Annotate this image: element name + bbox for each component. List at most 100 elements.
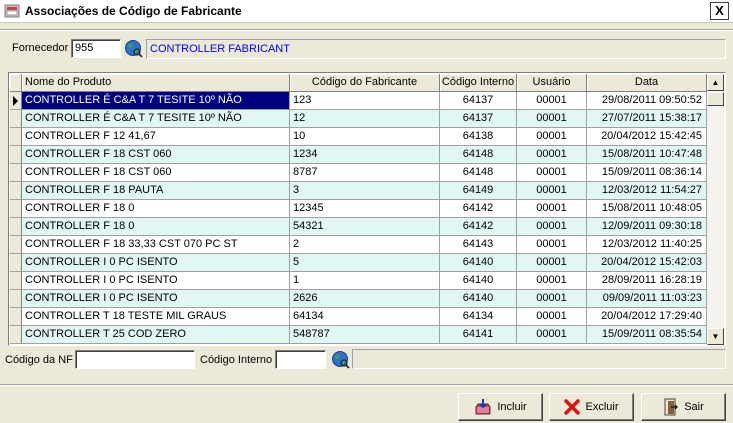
cell-manufacturer-code[interactable]: 10 [290, 128, 440, 146]
cell-product[interactable]: CONTROLLER É C&A T 7 TESITE 10º NÃO [22, 110, 290, 128]
scroll-up-icon[interactable]: ▲ [707, 74, 724, 91]
cell-user[interactable]: 00001 [517, 110, 587, 128]
row-indicator[interactable] [10, 290, 22, 308]
column-header-manufacturer-code[interactable]: Código do Fabricante [290, 74, 440, 92]
supplier-search-globe-icon[interactable] [124, 39, 143, 58]
row-indicator[interactable] [10, 146, 22, 164]
cell-product[interactable]: CONTROLLER F 18 33,33 CST 070 PC ST [22, 236, 290, 254]
cell-user[interactable]: 00001 [517, 272, 587, 290]
cell-product[interactable]: CONTROLLER I 0 PC ISENTO [22, 290, 290, 308]
table-row[interactable]: CONTROLLER É C&A T 7 TESITE 10º NÃO 12 641… [10, 110, 707, 128]
cell-internal-code[interactable]: 64142 [440, 200, 517, 218]
cell-user[interactable]: 00001 [517, 326, 587, 344]
row-indicator[interactable] [10, 326, 22, 344]
cell-date[interactable]: 12/03/2012 11:40:25 [587, 236, 707, 254]
row-indicator[interactable] [10, 128, 22, 146]
row-indicator[interactable] [10, 182, 22, 200]
cell-product[interactable]: CONTROLLER T 25 COD ZERO [22, 326, 290, 344]
row-indicator[interactable] [10, 164, 22, 182]
products-grid[interactable]: Nome do Produto Código do Fabricante Cód… [8, 72, 726, 346]
column-header-internal-code[interactable]: Código Interno [440, 74, 517, 92]
cell-product[interactable]: CONTROLLER I 0 PC ISENTO [22, 254, 290, 272]
cell-manufacturer-code[interactable]: 1 [290, 272, 440, 290]
cell-date[interactable]: 27/07/2011 15:38:17 [587, 110, 707, 128]
exit-button[interactable]: Sair [641, 393, 726, 421]
cell-internal-code[interactable]: 64140 [440, 290, 517, 308]
cell-date[interactable]: 12/03/2012 11:54:27 [587, 182, 707, 200]
cell-manufacturer-code[interactable]: 1234 [290, 146, 440, 164]
cell-product[interactable]: CONTROLLER F 12 41,67 [22, 128, 290, 146]
include-button[interactable]: Incluir [458, 393, 543, 421]
cell-date[interactable]: 20/04/2012 15:42:45 [587, 128, 707, 146]
table-row[interactable]: CONTROLLER F 12 41,67 10 64138 00001 20/04/2… [10, 128, 707, 146]
cell-user[interactable]: 00001 [517, 290, 587, 308]
cell-manufacturer-code[interactable]: 2626 [290, 290, 440, 308]
row-indicator[interactable] [10, 308, 22, 326]
cell-user[interactable]: 00001 [517, 92, 587, 110]
cell-internal-code[interactable]: 64142 [440, 218, 517, 236]
table-row[interactable]: CONTROLLER F 18 0 54321 64142 00001 12/09/20… [10, 218, 707, 236]
internal-code-search-globe-icon[interactable] [331, 350, 350, 369]
cell-manufacturer-code[interactable]: 54321 [290, 218, 440, 236]
row-indicator[interactable] [10, 254, 22, 272]
cell-internal-code[interactable]: 64149 [440, 182, 517, 200]
cell-internal-code[interactable]: 64143 [440, 236, 517, 254]
row-indicator[interactable] [10, 92, 22, 110]
cell-product[interactable]: CONTROLLER F 18 0 [22, 200, 290, 218]
cell-product[interactable]: CONTROLLER F 18 PAUTA [22, 182, 290, 200]
cell-manufacturer-code[interactable]: 5 [290, 254, 440, 272]
cell-manufacturer-code[interactable]: 12345 [290, 200, 440, 218]
cell-manufacturer-code[interactable]: 12 [290, 110, 440, 128]
column-header-date[interactable]: Data [587, 74, 707, 92]
cell-date[interactable]: 15/09/2011 08:35:54 [587, 326, 707, 344]
cell-internal-code[interactable]: 64137 [440, 92, 517, 110]
table-row[interactable]: CONTROLLER F 18 33,33 CST 070 PC ST 2 6414… [10, 236, 707, 254]
table-row[interactable]: CONTROLLER F 18 0 12345 64142 00001 15/08/20… [10, 200, 707, 218]
cell-user[interactable]: 00001 [517, 200, 587, 218]
table-row[interactable]: CONTROLLER F 18 CST 060 8787 64148 00001 15/… [10, 164, 707, 182]
row-indicator[interactable] [10, 272, 22, 290]
cell-product[interactable]: CONTROLLER É C&A T 7 TESITE 10º NÃO [22, 92, 290, 110]
close-icon[interactable]: X [710, 2, 729, 20]
table-row[interactable]: CONTROLLER I 0 PC ISENTO 2626 64140 00001 09… [10, 290, 707, 308]
row-indicator[interactable] [10, 110, 22, 128]
table-row[interactable]: CONTROLLER T 18 TESTE MIL GRAUS 64134 6413… [10, 308, 707, 326]
row-indicator[interactable] [10, 218, 22, 236]
cell-user[interactable]: 00001 [517, 308, 587, 326]
internal-code-field[interactable] [275, 350, 326, 369]
cell-product[interactable]: CONTROLLER T 18 TESTE MIL GRAUS [22, 308, 290, 326]
cell-date[interactable]: 15/08/2011 10:48:05 [587, 200, 707, 218]
table-row[interactable]: CONTROLLER É C&A T 7 TESITE 10º NÃO 123 64… [10, 92, 707, 110]
supplier-code-field[interactable]: 955 [71, 39, 121, 58]
cell-user[interactable]: 00001 [517, 236, 587, 254]
column-header-product[interactable]: Nome do Produto [22, 74, 290, 92]
cell-date[interactable]: 28/09/2011 16:28:19 [587, 272, 707, 290]
cell-manufacturer-code[interactable]: 64134 [290, 308, 440, 326]
cell-date[interactable]: 09/09/2011 11:03:23 [587, 290, 707, 308]
cell-user[interactable]: 00001 [517, 218, 587, 236]
vertical-scrollbar[interactable]: ▲ ▼ [707, 74, 724, 345]
cell-date[interactable]: 20/04/2012 15:42:03 [587, 254, 707, 272]
cell-internal-code[interactable]: 64148 [440, 164, 517, 182]
cell-manufacturer-code[interactable]: 2 [290, 236, 440, 254]
cell-date[interactable]: 12/09/2011 09:30:18 [587, 218, 707, 236]
cell-manufacturer-code[interactable]: 123 [290, 92, 440, 110]
scroll-thumb[interactable] [707, 92, 724, 106]
table-row[interactable]: CONTROLLER I 0 PC ISENTO 1 64140 00001 28/09… [10, 272, 707, 290]
cell-user[interactable]: 00001 [517, 128, 587, 146]
table-row[interactable]: CONTROLLER F 18 PAUTA 3 64149 00001 12/03/20… [10, 182, 707, 200]
delete-button[interactable]: Excluir [549, 393, 634, 421]
cell-product[interactable]: CONTROLLER F 18 CST 060 [22, 146, 290, 164]
cell-user[interactable]: 00001 [517, 146, 587, 164]
cell-date[interactable]: 20/04/2012 17:29:40 [587, 308, 707, 326]
row-indicator[interactable] [10, 200, 22, 218]
column-header-user[interactable]: Usuário [517, 74, 587, 92]
cell-internal-code[interactable]: 64140 [440, 272, 517, 290]
cell-internal-code[interactable]: 64141 [440, 326, 517, 344]
cell-internal-code[interactable]: 64137 [440, 110, 517, 128]
cell-date[interactable]: 15/09/2011 08:36:14 [587, 164, 707, 182]
cell-product[interactable]: CONTROLLER F 18 0 [22, 218, 290, 236]
cell-internal-code[interactable]: 64148 [440, 146, 517, 164]
cell-user[interactable]: 00001 [517, 182, 587, 200]
cell-internal-code[interactable]: 64138 [440, 128, 517, 146]
